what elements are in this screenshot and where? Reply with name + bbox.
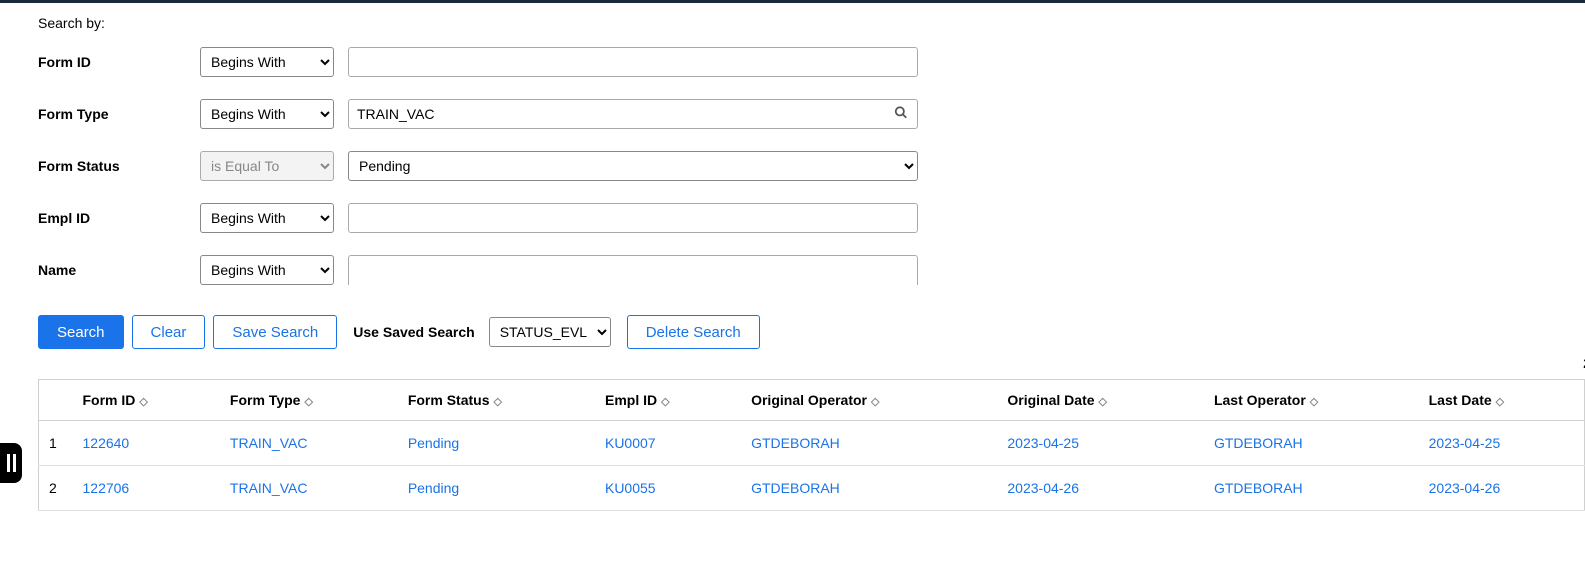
- results-area: 2 Form ID◇ Form Type◇ Form Status◇ Empl …: [38, 379, 1585, 511]
- col-empl-id[interactable]: Empl ID◇: [595, 380, 741, 421]
- results-table: Form ID◇ Form Type◇ Form Status◇ Empl ID…: [38, 379, 1585, 511]
- col-form-id[interactable]: Form ID◇: [73, 380, 220, 421]
- cell-form-id[interactable]: 122706: [83, 480, 130, 496]
- delete-search-button[interactable]: Delete Search: [627, 315, 760, 349]
- lookup-icon[interactable]: [894, 106, 908, 123]
- clear-button[interactable]: Clear: [132, 315, 206, 349]
- cell-form-status[interactable]: Pending: [408, 435, 459, 451]
- criteria-row-empl-id: Empl ID Begins With: [38, 203, 1585, 233]
- col-last-date[interactable]: Last Date◇: [1419, 380, 1585, 421]
- search-button[interactable]: Search: [38, 315, 124, 349]
- table-row: 1 122640 TRAIN_VAC Pending KU0007 GTDEBO…: [39, 421, 1585, 466]
- cell-last-op[interactable]: GTDEBORAH: [1214, 435, 1303, 451]
- cell-form-type[interactable]: TRAIN_VAC: [230, 435, 308, 451]
- operator-select[interactable]: Begins With: [200, 99, 334, 129]
- criteria-row-name: Name Begins With: [38, 255, 1585, 285]
- col-form-status[interactable]: Form Status◇: [398, 380, 595, 421]
- criteria-row-form-type: Form Type Begins With: [38, 99, 1585, 129]
- criteria-row-form-status: Form Status is Equal To Pending: [38, 151, 1585, 181]
- cell-last-op[interactable]: GTDEBORAH: [1214, 480, 1303, 496]
- row-number: 2: [39, 466, 73, 511]
- sort-icon: ◇: [304, 396, 312, 408]
- saved-search-select[interactable]: STATUS_EVL: [489, 317, 611, 347]
- operator-select[interactable]: Begins With: [200, 47, 334, 77]
- sort-icon: ◇: [661, 396, 669, 408]
- row-number: 1: [39, 421, 73, 466]
- criteria-label: Empl ID: [38, 210, 200, 226]
- results-header-row: Form ID◇ Form Type◇ Form Status◇ Empl ID…: [39, 380, 1585, 421]
- cell-form-id[interactable]: 122640: [83, 435, 130, 451]
- operator-select: is Equal To: [200, 151, 334, 181]
- cell-last-date[interactable]: 2023-04-26: [1429, 480, 1501, 496]
- cell-orig-date[interactable]: 2023-04-25: [1007, 435, 1079, 451]
- criteria-label: Form Type: [38, 106, 200, 122]
- use-saved-search-label: Use Saved Search: [353, 324, 474, 340]
- operator-select[interactable]: Begins With: [200, 203, 334, 233]
- save-search-button[interactable]: Save Search: [213, 315, 337, 349]
- criteria-input-empl-id[interactable]: [348, 203, 918, 233]
- collapse-panel-handle[interactable]: [0, 443, 22, 483]
- search-panel: Search by: Form ID Begins With Form Type…: [0, 3, 1585, 511]
- cell-empl-id[interactable]: KU0007: [605, 435, 656, 451]
- cell-orig-date[interactable]: 2023-04-26: [1007, 480, 1079, 496]
- criteria-input-name[interactable]: [348, 255, 918, 285]
- cell-last-date[interactable]: 2023-04-25: [1429, 435, 1501, 451]
- criteria-input-form-id[interactable]: [348, 47, 918, 77]
- criteria-label: Name: [38, 262, 200, 278]
- col-orig-op[interactable]: Original Operator◇: [741, 380, 997, 421]
- criteria-input-form-type[interactable]: [348, 99, 918, 129]
- table-row: 2 122706 TRAIN_VAC Pending KU0055 GTDEBO…: [39, 466, 1585, 511]
- cell-orig-op[interactable]: GTDEBORAH: [751, 435, 840, 451]
- sort-icon: ◇: [1310, 396, 1318, 408]
- sort-icon: ◇: [1099, 396, 1107, 408]
- cell-form-status[interactable]: Pending: [408, 480, 459, 496]
- sort-icon: ◇: [139, 396, 147, 408]
- search-by-label: Search by:: [38, 15, 1585, 31]
- col-form-type[interactable]: Form Type◇: [220, 380, 398, 421]
- col-orig-date[interactable]: Original Date◇: [997, 380, 1204, 421]
- sort-icon: ◇: [494, 396, 502, 408]
- criteria-label: Form ID: [38, 54, 200, 70]
- sort-icon: ◇: [871, 396, 879, 408]
- action-bar: Search Clear Save Search Use Saved Searc…: [38, 315, 1585, 349]
- criteria-select-form-status[interactable]: Pending: [348, 151, 918, 181]
- cell-orig-op[interactable]: GTDEBORAH: [751, 480, 840, 496]
- criteria-label: Form Status: [38, 158, 200, 174]
- cell-empl-id[interactable]: KU0055: [605, 480, 656, 496]
- criteria-row-form-id: Form ID Begins With: [38, 47, 1585, 77]
- cell-form-type[interactable]: TRAIN_VAC: [230, 480, 308, 496]
- operator-select[interactable]: Begins With: [200, 255, 334, 285]
- sort-icon: ◇: [1496, 396, 1504, 408]
- col-last-op[interactable]: Last Operator◇: [1204, 380, 1419, 421]
